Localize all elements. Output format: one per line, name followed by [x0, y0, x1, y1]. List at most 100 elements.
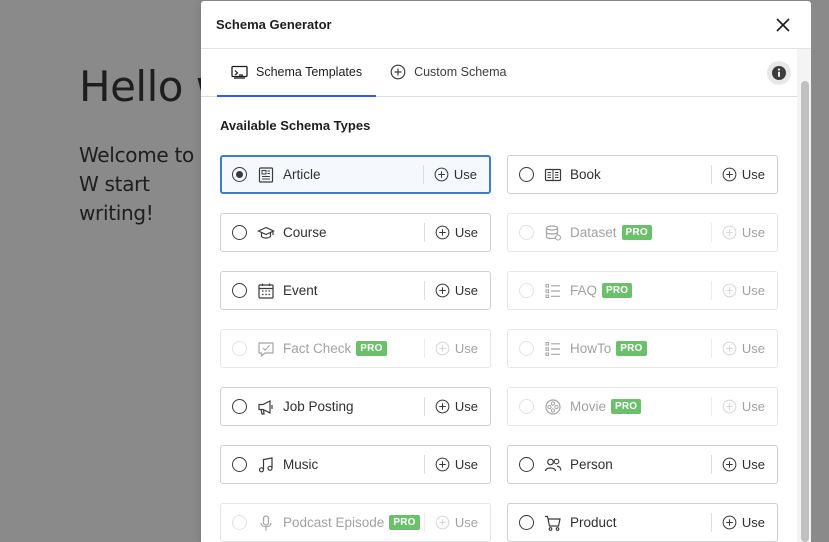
close-button[interactable]	[771, 13, 795, 37]
post-body: Welcome to W start writing!	[79, 143, 194, 225]
schema-card-course[interactable]: Course Use	[220, 213, 491, 252]
use-button: Use	[710, 223, 777, 242]
schema-generator-modal: Schema Generator Schema Templates Custom…	[201, 1, 811, 542]
course-icon	[257, 224, 275, 242]
use-button[interactable]: Use	[710, 165, 777, 184]
tab-schema-templates[interactable]: Schema Templates	[217, 49, 377, 97]
use-button[interactable]: Use	[423, 455, 490, 474]
use-label: Use	[454, 283, 478, 298]
tab-custom-schema[interactable]: Custom Schema	[376, 49, 520, 97]
schema-card-podcast-episode: Podcast Episode PRO Use	[220, 503, 491, 542]
modal-content: Available Schema Types Article Use Book Use…	[201, 98, 797, 542]
mic-icon	[257, 514, 275, 532]
music-icon	[257, 456, 275, 474]
use-button[interactable]: Use	[710, 513, 777, 532]
tabs-bar: Schema Templates Custom Schema	[201, 49, 811, 97]
use-label: Use	[453, 167, 477, 182]
use-button: Use	[423, 339, 490, 358]
schema-radio[interactable]	[519, 515, 534, 530]
plus-circle-icon	[435, 341, 450, 356]
radio-dot	[236, 171, 243, 178]
tab-label: Custom Schema	[414, 65, 507, 79]
schema-radio	[519, 341, 534, 356]
schema-radio[interactable]	[519, 167, 534, 182]
page-edge	[811, 0, 829, 542]
schema-card-product[interactable]: Product Use	[507, 503, 778, 542]
dataset-icon	[544, 224, 562, 242]
use-button[interactable]: Use	[423, 223, 490, 242]
schema-card-article[interactable]: Article Use	[220, 155, 491, 194]
megaphone-icon	[257, 398, 275, 416]
plus-circle-icon	[435, 457, 450, 472]
plus-circle-icon	[435, 225, 450, 240]
plus-circle-icon	[722, 515, 737, 530]
use-label: Use	[741, 167, 765, 182]
schema-card-person[interactable]: Person Use	[507, 445, 778, 484]
schema-radio[interactable]	[232, 283, 247, 298]
film-icon	[544, 398, 562, 416]
list-icon	[544, 340, 562, 358]
schema-radio	[232, 515, 247, 530]
schema-card-event[interactable]: Event Use	[220, 271, 491, 310]
schema-radio[interactable]	[519, 457, 534, 472]
factcheck-icon	[257, 340, 275, 358]
section-title: Available Schema Types	[220, 118, 371, 133]
pro-badge: PRO	[389, 515, 420, 530]
plus-circle-icon	[435, 515, 450, 530]
schema-radio	[232, 341, 247, 356]
use-button[interactable]: Use	[423, 397, 490, 416]
scrollbar-thumb[interactable]	[801, 81, 809, 542]
use-label: Use	[741, 225, 765, 240]
use-label: Use	[454, 457, 478, 472]
use-label: Use	[741, 399, 765, 414]
pro-badge: PRO	[602, 283, 633, 298]
plus-circle-icon	[435, 283, 450, 298]
plus-circle-icon	[722, 167, 737, 182]
close-icon	[776, 17, 790, 32]
use-label: Use	[454, 225, 478, 240]
tab-label: Schema Templates	[256, 65, 363, 79]
use-label: Use	[454, 515, 478, 530]
use-button: Use	[710, 397, 777, 416]
schema-radio	[519, 283, 534, 298]
info-button[interactable]	[767, 61, 791, 85]
schema-radio	[519, 225, 534, 240]
schema-type-label: Podcast Episode	[283, 515, 385, 530]
schema-type-label: Music	[283, 457, 319, 472]
plus-circle-icon	[435, 399, 450, 414]
use-button[interactable]: Use	[710, 455, 777, 474]
schema-radio[interactable]	[232, 225, 247, 240]
use-button[interactable]: Use	[422, 165, 489, 184]
schema-card-fact-check: Fact Check PRO Use	[220, 329, 491, 368]
schema-type-label: Product	[570, 515, 617, 530]
plus-circle-icon	[722, 283, 737, 298]
cart-icon	[544, 514, 562, 532]
schema-type-label: Movie	[570, 399, 607, 414]
template-icon	[231, 65, 248, 79]
article-icon	[257, 166, 275, 184]
use-button[interactable]: Use	[423, 281, 490, 300]
schema-type-label: Job Posting	[283, 399, 354, 414]
schema-type-grid: Article Use Book Use Course Use Dataset PRO Use E…	[220, 155, 778, 542]
schema-radio[interactable]	[232, 399, 247, 414]
use-button: Use	[710, 281, 777, 300]
plus-circle-icon	[390, 64, 406, 80]
info-icon	[772, 66, 786, 80]
schema-radio[interactable]	[232, 457, 247, 472]
schema-card-movie: Movie PRO Use	[507, 387, 778, 426]
use-label: Use	[741, 283, 765, 298]
plus-circle-icon	[722, 225, 737, 240]
schema-card-howto: HowTo PRO Use	[507, 329, 778, 368]
use-button: Use	[710, 339, 777, 358]
person-icon	[544, 456, 562, 474]
schema-card-book[interactable]: Book Use	[507, 155, 778, 194]
schema-type-label: Dataset	[570, 225, 617, 240]
schema-type-label: Book	[570, 167, 601, 182]
pro-badge: PRO	[616, 341, 647, 356]
schema-radio[interactable]	[232, 167, 247, 182]
schema-radio	[519, 399, 534, 414]
schema-card-music[interactable]: Music Use	[220, 445, 491, 484]
pro-badge: PRO	[356, 341, 387, 356]
schema-type-label: Course	[283, 225, 327, 240]
schema-card-job-posting[interactable]: Job Posting Use	[220, 387, 491, 426]
